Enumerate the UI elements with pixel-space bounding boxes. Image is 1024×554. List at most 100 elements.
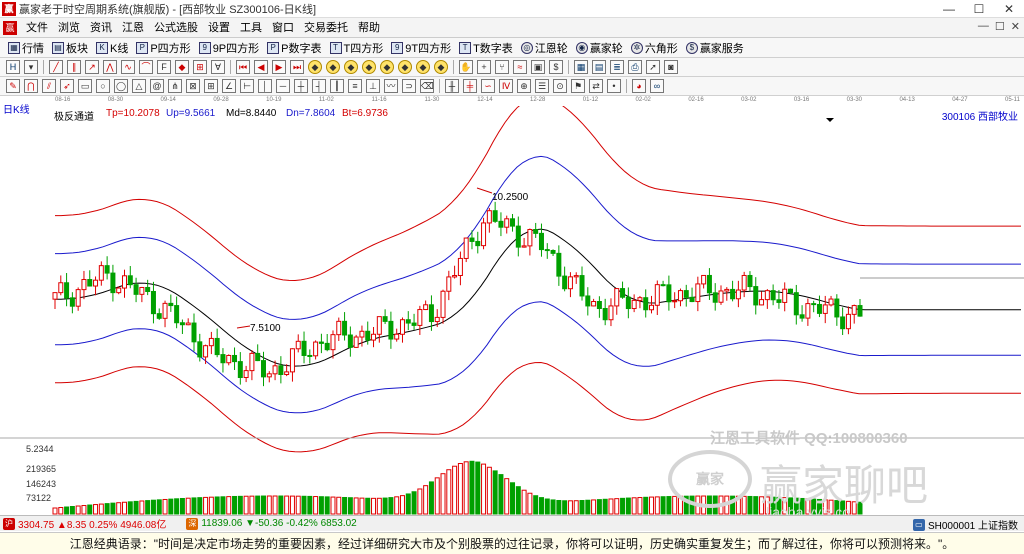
child-minimize-button[interactable]: —	[978, 20, 989, 33]
table-icon[interactable]: ▤	[592, 60, 606, 74]
line-tool-icon[interactable]: ╱	[49, 60, 63, 74]
save-icon[interactable]: ▦	[574, 60, 588, 74]
candle-icon[interactable]: ╪	[463, 79, 477, 93]
print-icon[interactable]: ⎙	[628, 60, 642, 74]
f-tool-icon[interactable]: F	[157, 60, 171, 74]
zoom-icon[interactable]: ⊕	[517, 79, 531, 93]
bar-icon[interactable]: ┃	[330, 79, 344, 93]
sz-index-status[interactable]: 深 11839.06 ▼-50.36 -0.42% 6853.02	[183, 517, 359, 530]
box-icon[interactable]: ▭	[78, 79, 92, 93]
next-icon[interactable]: ▶	[272, 60, 286, 74]
cycle-tool-icon[interactable]: ∿	[121, 60, 135, 74]
dropdown-icon[interactable]: ▾	[24, 60, 38, 74]
first-icon[interactable]: ⏮	[236, 60, 250, 74]
toolbar-t-table-button[interactable]: T T数字表	[455, 39, 517, 57]
sh-index-status[interactable]: 沪 3304.75 ▲8.35 0.25% 4946.08亿	[0, 516, 169, 531]
fork-tool-icon[interactable]: ⑂	[495, 60, 509, 74]
menu-gann[interactable]: 江恩	[117, 18, 149, 38]
mark-tool-icon[interactable]: ◆	[175, 60, 189, 74]
vline-icon[interactable]: │	[258, 79, 272, 93]
toolbar-p-table-button[interactable]: P P数字表	[263, 39, 325, 57]
point-tool-icon[interactable]: ◆	[380, 60, 394, 74]
gann-box-icon[interactable]: ⊠	[186, 79, 200, 93]
point-tool-icon[interactable]: ◆	[362, 60, 376, 74]
ellipse-icon[interactable]: ◯	[114, 79, 128, 93]
period-icon[interactable]: H	[6, 60, 20, 74]
channel-icon[interactable]: ⫽	[42, 79, 56, 93]
ruler-icon[interactable]: ⊢	[240, 79, 254, 93]
point-tool-icon[interactable]: ◆	[434, 60, 448, 74]
angle-icon[interactable]: ∠	[222, 79, 236, 93]
cross-icon[interactable]: ┼	[294, 79, 308, 93]
toolbar-kline-button[interactable]: K K线	[92, 39, 132, 57]
zigzag-icon[interactable]: Ⅳ	[499, 79, 513, 93]
split-icon[interactable]: ╫	[445, 79, 459, 93]
arc-tool-icon[interactable]: ⌒	[139, 60, 153, 74]
point-tool-icon[interactable]: ◆	[344, 60, 358, 74]
triangle-icon[interactable]: △	[132, 79, 146, 93]
spiral-icon[interactable]: @	[150, 79, 164, 93]
fib-icon[interactable]: ≡	[348, 79, 362, 93]
crosshair-icon[interactable]: +	[477, 60, 491, 74]
gann-grid-icon[interactable]: ⊞	[204, 79, 218, 93]
toolbar-quotes-button[interactable]: ▦ 行情	[4, 39, 48, 57]
magnet-icon[interactable]: ⋂	[24, 79, 38, 93]
prev-icon[interactable]: ◀	[254, 60, 268, 74]
wave-icon[interactable]: 〰	[384, 79, 398, 93]
hline-icon[interactable]: ─	[276, 79, 290, 93]
color-wheel-icon[interactable]: ◕	[632, 79, 646, 93]
close-button[interactable]: ✕	[994, 0, 1024, 18]
note-icon[interactable]: ☰	[535, 79, 549, 93]
menu-info[interactable]: 资讯	[85, 18, 117, 38]
point-tool-icon[interactable]: ◆	[416, 60, 430, 74]
menu-window[interactable]: 窗口	[267, 18, 299, 38]
toolbar-winner-wheel-button[interactable]: ◉ 赢家轮	[572, 39, 627, 57]
menu-file[interactable]: 文件	[21, 18, 53, 38]
circle-icon[interactable]: ○	[96, 79, 110, 93]
camera-icon[interactable]: ◙	[664, 60, 678, 74]
toolbar-t-square-button[interactable]: T T四方形	[326, 39, 388, 57]
toolbar-service-button[interactable]: $ 赢家服务	[682, 39, 748, 57]
parallel-tool-icon[interactable]: ∥	[67, 60, 81, 74]
menu-trade[interactable]: 交易委托	[299, 18, 353, 38]
cycle-icon[interactable]: ⊃	[402, 79, 416, 93]
gann-fan-icon[interactable]: ⋔	[168, 79, 182, 93]
hand-tool-icon[interactable]: ✋	[459, 60, 473, 74]
chart-tool-icon[interactable]: ▣	[531, 60, 545, 74]
menu-formula[interactable]: 公式选股	[149, 18, 203, 38]
menu-tools[interactable]: 工具	[235, 18, 267, 38]
point-tool-icon[interactable]: ◆	[308, 60, 322, 74]
toolbar-hexagon-button[interactable]: ✲ 六角形	[627, 39, 682, 57]
toolbar-gann-wheel-button[interactable]: ◎ 江恩轮	[517, 39, 572, 57]
eraser-icon[interactable]: ⌫	[420, 79, 434, 93]
cursor-icon[interactable]: ➚	[646, 60, 660, 74]
fan-tool-icon[interactable]: ⋀	[103, 60, 117, 74]
toolbar-blocks-button[interactable]: ▤ 板块	[48, 39, 92, 57]
dollar-tool-icon[interactable]: $	[549, 60, 563, 74]
wave-tool-icon[interactable]: ≈	[513, 60, 527, 74]
point-tool-icon[interactable]: ◆	[398, 60, 412, 74]
time-icon[interactable]: ⊥	[366, 79, 380, 93]
child-restore-button[interactable]: ☐	[995, 20, 1005, 33]
toolbar-9p-square-button[interactable]: 9 9P四方形	[195, 39, 263, 57]
flag-icon[interactable]: ⚑	[571, 79, 585, 93]
menu-browse[interactable]: 浏览	[53, 18, 85, 38]
sync-icon[interactable]: ⇄	[589, 79, 603, 93]
child-close-button[interactable]: ✕	[1011, 20, 1020, 33]
tick-icon[interactable]: ┤	[312, 79, 326, 93]
dot-icon[interactable]: •	[607, 79, 621, 93]
infinity-icon[interactable]: ∞	[650, 79, 664, 93]
menu-help[interactable]: 帮助	[353, 18, 385, 38]
pencil-icon[interactable]: ✎	[6, 79, 20, 93]
arrow-icon[interactable]: ➶	[60, 79, 74, 93]
toolbar-p-square-button[interactable]: P P四方形	[132, 39, 194, 57]
maximize-button[interactable]: ☐	[964, 0, 994, 18]
list-icon[interactable]: ≣	[610, 60, 624, 74]
menu-settings[interactable]: 设置	[203, 18, 235, 38]
ray-tool-icon[interactable]: ↗	[85, 60, 99, 74]
last-icon[interactable]: ⏭	[290, 60, 304, 74]
toolbar-9t-square-button[interactable]: 9 9T四方形	[387, 39, 455, 57]
text-tool-icon[interactable]: Ɐ	[211, 60, 225, 74]
point-tool-icon[interactable]: ◆	[326, 60, 340, 74]
index-selector[interactable]: ▭ SH000001 上证指数	[912, 517, 1018, 532]
